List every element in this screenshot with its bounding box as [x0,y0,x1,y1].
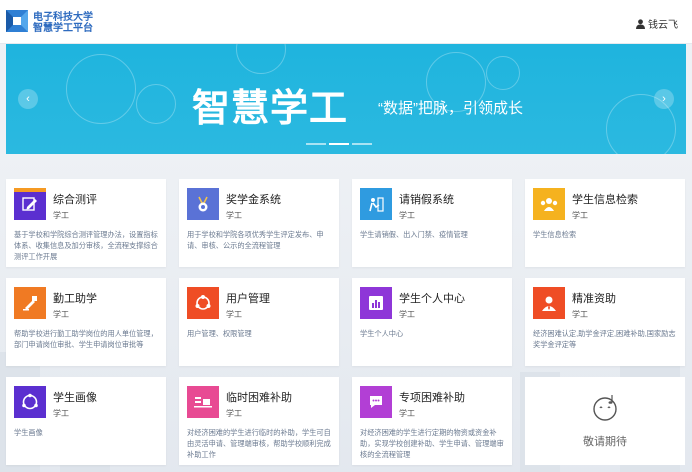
app-description: 基于学校和学院综合测评管理办法，设置指标体系、收集信息及加分审核，全流程支撑综合… [14,230,158,261]
app-description: 学生个人中心 [360,329,404,338]
app-category: 学工 [399,211,415,220]
app-description: 学生信息检索 [533,230,577,239]
username: 钱云飞 [648,20,678,31]
app-name: 用户管理 [226,293,270,305]
chart-icon [360,287,392,319]
share-icon [187,287,219,319]
app-card-xuesheng-xinxi[interactable]: 学生信息检索 学工 学生信息检索 [525,179,685,267]
logo-icon [6,10,28,32]
edit-icon [14,188,46,220]
app-card-jiangxuejin[interactable]: 奖学金系统 学工 用于学校和学院各项优秀学生评定发布、申请、审核、公示的全流程管… [179,179,339,267]
app-name: 精准资助 [572,293,616,305]
work-icon [14,287,46,319]
app-description: 学生画像 [14,428,43,437]
carousel-indicators [306,143,372,145]
coming-soon-card: 敬请期待 [525,377,685,465]
app-card-qingong-zhuxue[interactable]: 勤工助学 学工 帮助学校进行勤工助学岗位的用人单位管理，部门申请岗位审批、学生申… [6,278,166,366]
chevron-left-icon: ‹ [26,93,30,105]
logo-text: 电子科技大学 智慧学工平台 [33,12,93,34]
app-category: 学工 [572,310,588,319]
banner-subtitle: “数据”把脉，引领成长 [378,100,523,117]
app-name: 学生画像 [53,392,97,404]
chevron-right-icon: › [662,93,666,105]
app-description: 学生请销假、出入门禁、疫情管理 [360,230,468,239]
app-name: 奖学金系统 [226,194,281,206]
user-icon [636,18,645,29]
app-name: 请销假系统 [399,194,454,206]
app-card-linshi-kunnan[interactable]: 临时困难补助 学工 对经济困难的学生进行临时的补助，学生可自由灵活申请、管理端审… [179,377,339,465]
app-category: 学工 [226,310,242,319]
app-card-geren-zhongxin[interactable]: 学生个人中心 学工 学生个人中心 [352,278,512,366]
chat-icon [360,386,392,418]
app-name: 临时困难补助 [226,392,292,404]
logo-line1: 电子科技大学 [33,12,93,23]
app-category: 学工 [53,211,69,220]
app-description: 对经济困难的学生进行临时的补助，学生可自由灵活申请、管理端审核，帮助学校顺利完成… [187,428,331,459]
app-description: 对经济困难的学生进行定期的物资或资金补助，实现学校创建补助、学生申请、管理端审核… [360,428,504,459]
app-description: 用户管理、权限管理 [187,329,252,338]
app-description: 经济困难认定,助学金评定,困难补助,国家励志奖学金评定等 [533,329,676,349]
app-description: 用于学校和学院各项优秀学生评定发布、申请、审核、公示的全流程管理 [187,230,324,250]
app-category: 学工 [226,211,242,220]
app-category: 学工 [399,310,415,319]
coming-soon-icon [593,395,617,421]
person-icon [533,287,565,319]
carousel-dot[interactable] [306,143,326,145]
banner-carousel[interactable]: ‹ › 智慧学工 “数据”把脉，引领成长 [6,44,686,154]
carousel-dot-active[interactable] [329,143,349,145]
app-grid: 综合测评 学工 基于学校和学院综合测评管理办法，设置指标体系、收集信息及加分审核… [6,179,686,465]
app-card-zonghe-ceping[interactable]: 综合测评 学工 基于学校和学院综合测评管理办法，设置指标体系、收集信息及加分审核… [6,179,166,267]
coming-soon-label: 敬请期待 [583,436,627,448]
banner-title: 智慧学工 [192,88,349,130]
top-header: 电子科技大学 智慧学工平台 钱云飞 [0,0,692,44]
app-category: 学工 [572,211,588,220]
app-card-xuesheng-huaxiang[interactable]: 学生画像 学工 学生画像 [6,377,166,465]
app-category: 学工 [226,409,242,418]
app-category: 学工 [53,310,69,319]
app-category: 学工 [53,409,69,418]
medal-icon [187,188,219,220]
logo-line2: 智慧学工平台 [33,23,93,34]
app-name: 专项困难补助 [399,392,465,404]
app-card-yonghu-guanli[interactable]: 用户管理 学工 用户管理、权限管理 [179,278,339,366]
app-card-zhuanxiang-kunnan[interactable]: 专项困难补助 学工 对经济困难的学生进行定期的物资或资金补助，实现学校创建补助、… [352,377,512,465]
app-card-jingzhun-zizhu[interactable]: 精准资助 学工 经济困难认定,助学金评定,困难补助,国家励志奖学金评定等 [525,278,685,366]
app-name: 学生个人中心 [399,293,465,305]
portrait-icon [14,386,46,418]
app-description: 帮助学校进行勤工助学岗位的用人单位管理，部门申请岗位审批、学生申请岗位审批等 [14,329,158,349]
people-icon [533,188,565,220]
banner-prev-button[interactable]: ‹ [18,89,38,109]
app-card-qingxiaojia[interactable]: 请销假系统 学工 学生请销假、出入门禁、疫情管理 [352,179,512,267]
temp-aid-icon [187,386,219,418]
carousel-dot[interactable] [352,143,372,145]
user-menu[interactable]: 钱云飞 [636,16,678,31]
leave-icon [360,188,392,220]
app-category: 学工 [399,409,415,418]
app-name: 综合测评 [53,194,97,206]
app-name: 勤工助学 [53,293,97,305]
banner-next-button[interactable]: › [654,89,674,109]
app-name: 学生信息检索 [572,194,638,206]
